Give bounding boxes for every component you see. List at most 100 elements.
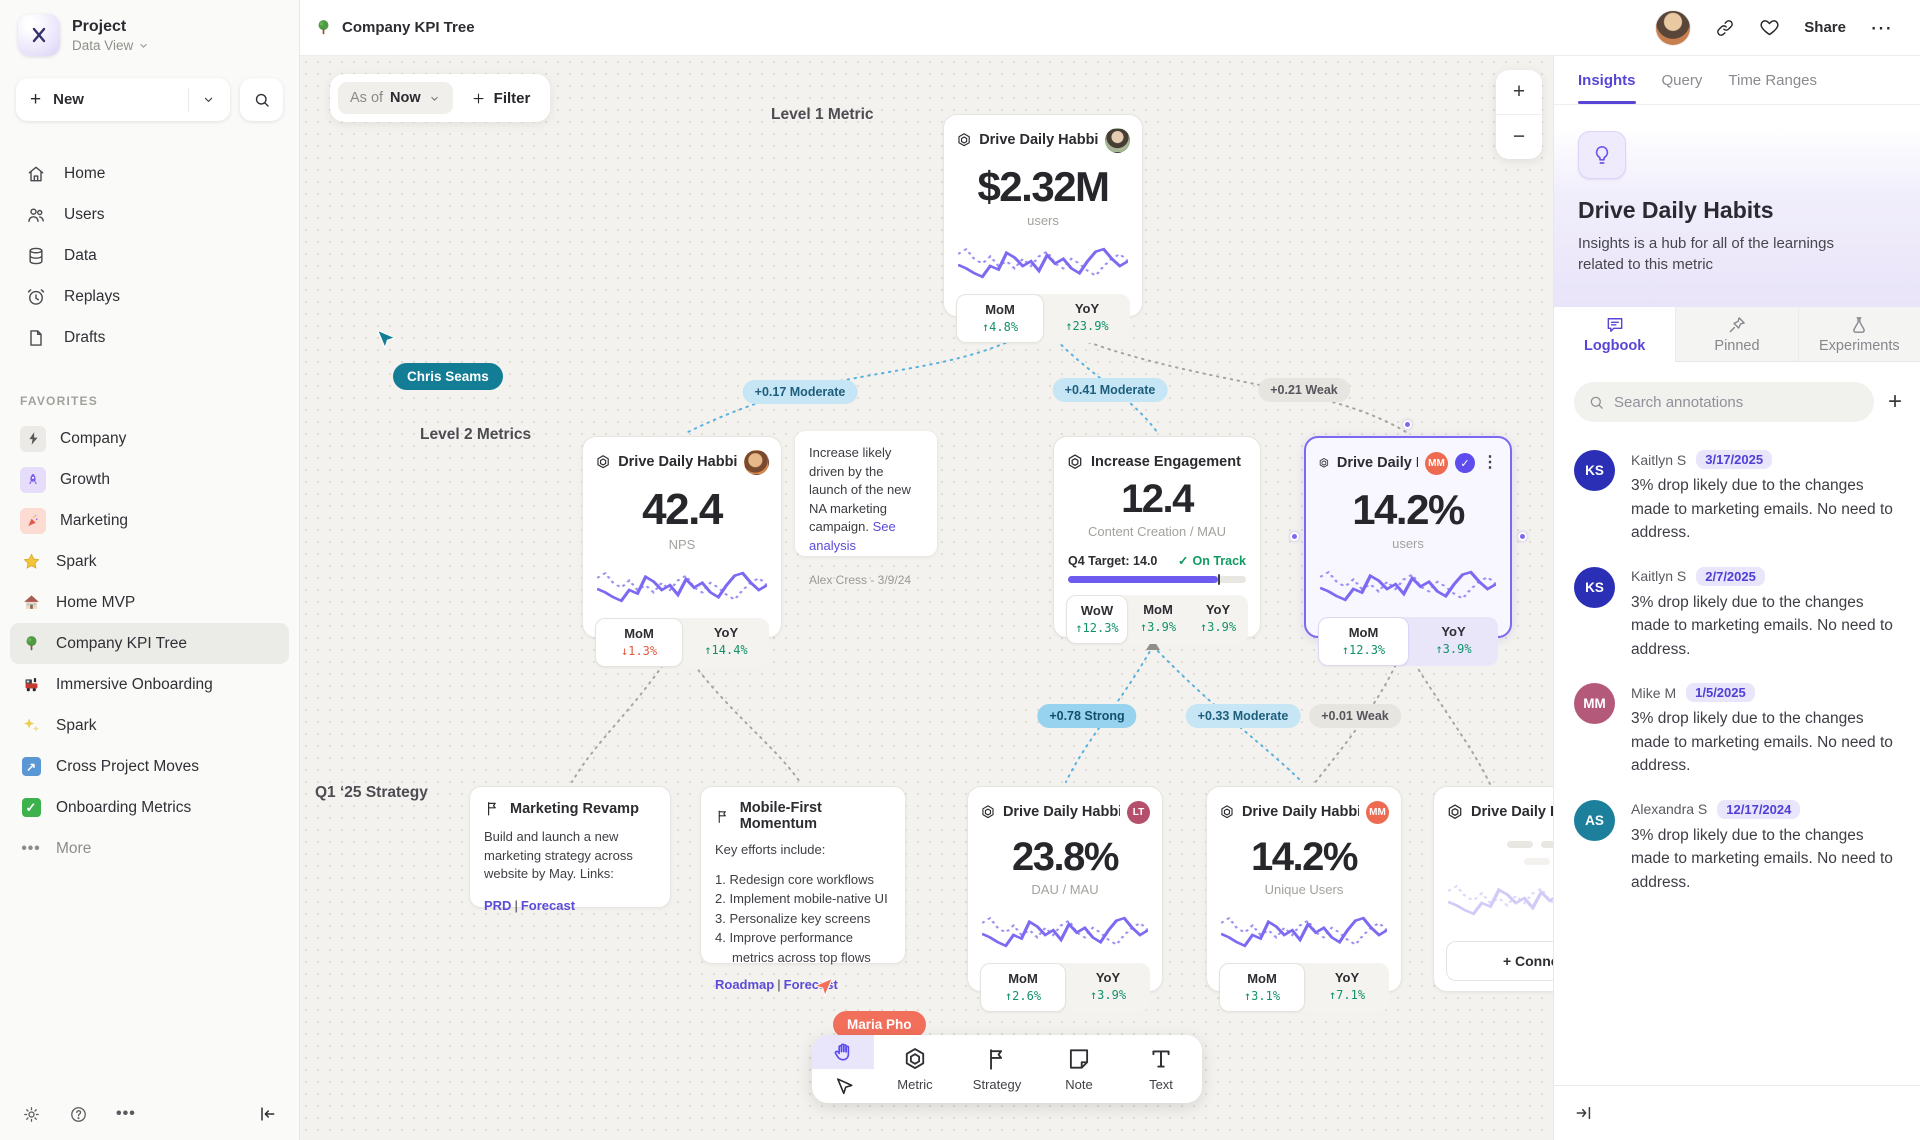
annotation-date[interactable]: 3/17/2025 (1696, 450, 1772, 469)
selection-handle[interactable] (1403, 420, 1412, 429)
collapse-panel-icon[interactable] (1574, 1103, 1594, 1123)
chevron-down-icon[interactable] (201, 92, 216, 107)
metric-card-empty[interactable]: Drive Daily Habbits + Connect (1433, 786, 1553, 992)
favorites-more[interactable]: ••• More (10, 828, 289, 869)
hand-tool-button[interactable] (812, 1035, 874, 1069)
help-icon[interactable] (69, 1105, 88, 1124)
metric-card-dau-mau[interactable]: Drive Daily Habbits LT 23.8% DAU / MAU M… (967, 786, 1163, 992)
stat-mom[interactable]: MoM↑2.6% (980, 963, 1066, 1012)
forecast-link[interactable]: Forecast (521, 898, 575, 913)
sparkline-chart (597, 560, 767, 608)
settings-gear-icon[interactable] (22, 1105, 41, 1124)
favorite-heart-icon[interactable] (1759, 17, 1780, 38)
annotation-entry[interactable]: AS Alexandra S12/17/2024 3% drop likely … (1554, 778, 1920, 895)
stat-mom[interactable]: MoM↑3.1% (1219, 963, 1305, 1012)
add-annotation-button[interactable]: + (1888, 390, 1902, 414)
metric-card-unique-users[interactable]: Drive Daily Habbits MM 14.2% Unique User… (1206, 786, 1402, 992)
annotation-date[interactable]: 2/7/2025 (1696, 567, 1765, 586)
strategy-card-mobile-first[interactable]: Mobile-First Momentum Key efforts includ… (700, 786, 906, 964)
favorite-spark-2[interactable]: Spark (10, 705, 289, 746)
search-button[interactable] (240, 78, 283, 121)
sidebar-item-drafts[interactable]: Drafts (0, 317, 299, 358)
metric-unit: DAU / MAU (980, 882, 1150, 897)
stat-yoy[interactable]: YoY↑3.9% (1409, 617, 1498, 666)
stat-yoy[interactable]: YoY↑14.4% (683, 618, 769, 667)
selection-handle[interactable] (1290, 532, 1299, 541)
plus-icon (471, 91, 486, 106)
sidebar-item-home[interactable]: Home (0, 153, 299, 194)
stat-yoy[interactable]: YoY↑7.1% (1305, 963, 1389, 1012)
kpi-tree-canvas[interactable]: As of Now Filter + − Level 1 Metric Leve… (300, 56, 1553, 1140)
favorite-company-kpi-tree[interactable]: Company KPI Tree (10, 623, 289, 664)
zoom-out-button[interactable]: − (1496, 115, 1542, 159)
metric-card-level1[interactable]: Drive Daily Habbits $2.32M users MoM↑4.8… (943, 114, 1143, 317)
user-avatar[interactable] (1655, 10, 1691, 46)
stat-mom[interactable]: MoM↑4.8% (956, 294, 1044, 343)
metric-value: 14.2% (1219, 835, 1389, 880)
prd-link[interactable]: PRD (484, 898, 511, 913)
stat-yoy[interactable]: YoY↑3.9% (1066, 963, 1150, 1012)
sidebar-item-data[interactable]: Data (0, 235, 299, 276)
share-button[interactable]: Share (1804, 19, 1846, 36)
more-options-icon[interactable]: ⋯ (1870, 17, 1894, 39)
copy-link-icon[interactable] (1715, 18, 1735, 38)
metric-card-engagement[interactable]: Increase Engagement 12.4 Content Creatio… (1053, 436, 1261, 638)
annotation-author: Alexandra S (1631, 801, 1707, 817)
cursor-icon (833, 1076, 854, 1097)
metric-card-nps[interactable]: Drive Daily Habbits 42.4 NPS MoM↓1.3% Yo… (582, 436, 782, 638)
stat-yoy[interactable]: YoY↑3.9% (1188, 595, 1248, 644)
annotation-date[interactable]: 1/5/2025 (1686, 683, 1755, 702)
subtab-experiments[interactable]: Experiments (1798, 307, 1920, 362)
connect-button[interactable]: + Connect (1446, 941, 1553, 981)
tool-note[interactable]: Note (1038, 1035, 1120, 1103)
more-horizontal-icon[interactable]: ••• (116, 1105, 136, 1123)
stat-mom[interactable]: MoM↑3.9% (1128, 595, 1188, 644)
stat-mom[interactable]: MoM↓1.3% (595, 618, 683, 667)
filter-button[interactable]: Filter (459, 90, 543, 107)
annotation-entry[interactable]: KS Kaitlyn S3/17/2025 3% drop likely due… (1554, 428, 1920, 545)
strategy-card-marketing-revamp[interactable]: Marketing Revamp Build and launch a new … (469, 786, 671, 908)
subtab-logbook[interactable]: Logbook (1554, 307, 1675, 362)
favorite-company[interactable]: Company (10, 418, 289, 459)
annotation-search[interactable] (1574, 382, 1874, 422)
select-tool-button[interactable] (812, 1069, 874, 1103)
tool-text[interactable]: Text (1120, 1035, 1202, 1103)
tab-query[interactable]: Query (1662, 56, 1703, 104)
favorite-immersive-onboarding[interactable]: Immersive Onboarding (10, 664, 289, 705)
sidebar-item-users[interactable]: Users (0, 194, 299, 235)
metric-card-selected[interactable]: Drive Daily Habb.. MM ✓ ⋮ 14.2% users Mo… (1304, 436, 1512, 638)
subtab-pinned[interactable]: Pinned (1675, 307, 1797, 362)
collapse-sidebar-icon[interactable] (257, 1104, 277, 1124)
tab-time-ranges[interactable]: Time Ranges (1728, 56, 1817, 104)
annotation-entry[interactable]: KS Kaitlyn S2/7/2025 3% drop likely due … (1554, 545, 1920, 662)
insights-panel: Insights Query Time Ranges Drive Daily H… (1553, 56, 1920, 1140)
stat-yoy[interactable]: YoY↑23.9% (1044, 294, 1130, 343)
favorite-home-mvp[interactable]: Home MVP (10, 582, 289, 623)
annotation-date[interactable]: 12/17/2024 (1717, 800, 1800, 819)
stat-mom[interactable]: MoM↑12.3% (1318, 617, 1409, 666)
tool-metric[interactable]: Metric (874, 1035, 956, 1103)
new-button-label: New (53, 91, 188, 108)
as-of-selector[interactable]: As of Now (338, 82, 453, 114)
zoom-in-button[interactable]: + (1496, 70, 1542, 114)
favorite-growth[interactable]: Growth (10, 459, 289, 500)
card-menu-icon[interactable]: ⋮ (1482, 455, 1498, 471)
new-button[interactable]: + New (16, 78, 230, 121)
annotation-entry[interactable]: MM Mike M1/5/2025 3% drop likely due to … (1554, 661, 1920, 778)
favorite-onboarding-metrics[interactable]: ✓ Onboarding Metrics (10, 787, 289, 828)
edge-label: +0.01 Weak (1309, 704, 1401, 728)
note-card[interactable]: Increase likely driven by the launch of … (795, 431, 937, 556)
tool-strategy[interactable]: Strategy (956, 1035, 1038, 1103)
selection-handle[interactable] (1518, 532, 1527, 541)
sidebar-item-replays[interactable]: Replays (0, 276, 299, 317)
favorite-cross-project-moves[interactable]: ↗ Cross Project Moves (10, 746, 289, 787)
favorite-marketing[interactable]: Marketing (10, 500, 289, 541)
stat-wow[interactable]: WoW↑12.3% (1066, 595, 1128, 644)
project-switcher[interactable]: Project Data View (0, 0, 299, 70)
sparkles-icon (20, 716, 42, 735)
edge-label: +0.41 Moderate (1053, 378, 1168, 402)
roadmap-link[interactable]: Roadmap (715, 977, 774, 992)
annotation-search-input[interactable] (1614, 394, 1860, 411)
tab-insights[interactable]: Insights (1578, 56, 1636, 104)
favorite-spark[interactable]: Spark (10, 541, 289, 582)
